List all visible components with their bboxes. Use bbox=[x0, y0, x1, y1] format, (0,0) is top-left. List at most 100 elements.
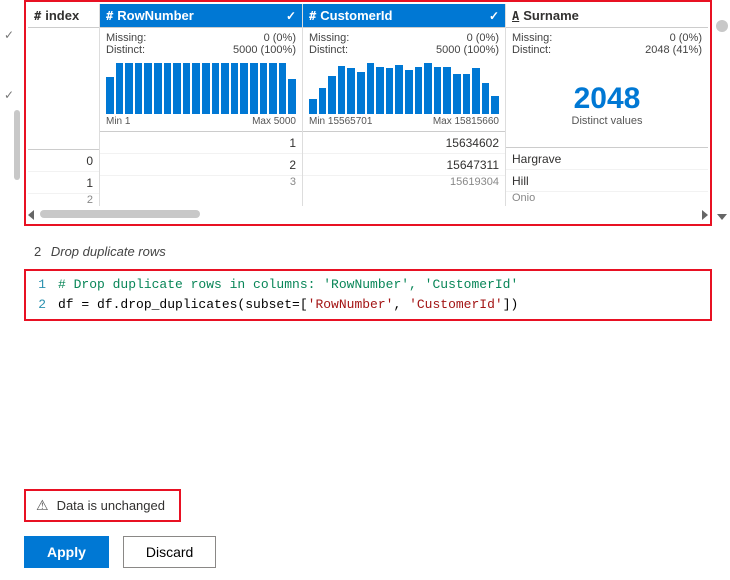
cell-rownumber[interactable]: 2 bbox=[100, 154, 302, 176]
cell-index[interactable]: 1 bbox=[28, 172, 99, 194]
scroll-left-icon[interactable] bbox=[28, 210, 34, 220]
histogram-bar bbox=[260, 63, 268, 114]
cell-surname[interactable]: Onio bbox=[506, 192, 708, 204]
cell-customerid[interactable]: 15634602 bbox=[303, 132, 505, 154]
histogram-bar bbox=[125, 63, 133, 114]
cell-customerid[interactable]: 15619304 bbox=[303, 176, 505, 188]
cell-surname[interactable]: Hargrave bbox=[506, 148, 708, 170]
histogram-bar bbox=[116, 63, 124, 114]
cell-gutter: ✓ ✓ bbox=[0, 0, 24, 580]
histogram-bar bbox=[367, 63, 375, 114]
horizontal-scrollbar[interactable] bbox=[28, 208, 708, 222]
code-punct: , bbox=[393, 295, 409, 315]
histogram-bar bbox=[376, 67, 384, 114]
histogram-bar bbox=[288, 79, 296, 114]
distinct-label: Distinct values bbox=[510, 115, 704, 127]
histogram-bar bbox=[415, 67, 423, 114]
step-number: 2 bbox=[34, 244, 41, 259]
column-header-label: Surname bbox=[523, 8, 579, 23]
column-stats: Missing:0 (0%) Distinct:5000 (100%) bbox=[303, 28, 505, 58]
scroll-right-icon[interactable] bbox=[702, 210, 708, 220]
step-name: Drop duplicate rows bbox=[51, 244, 166, 259]
line-number: 1 bbox=[26, 275, 58, 295]
histogram-bar bbox=[434, 67, 442, 114]
histogram-bar bbox=[395, 65, 403, 114]
histogram-bar bbox=[212, 63, 220, 114]
histogram-bar bbox=[106, 77, 114, 114]
histogram-bar bbox=[144, 63, 152, 114]
histogram-bar bbox=[173, 63, 181, 114]
number-type-icon: # bbox=[34, 9, 41, 23]
distinct-summary: 2048 Distinct values bbox=[506, 58, 708, 148]
code-string: 'CustomerId' bbox=[409, 295, 503, 315]
histogram-bar bbox=[192, 63, 200, 114]
line-number: 2 bbox=[26, 295, 58, 315]
column-header-label: RowNumber bbox=[117, 8, 194, 23]
code-comment: # Drop duplicate rows in columns: 'RowNu… bbox=[58, 275, 518, 295]
check-icon: ✓ bbox=[286, 9, 296, 23]
histogram-bar bbox=[221, 63, 229, 114]
histogram-bar bbox=[347, 68, 355, 114]
histogram-bar bbox=[279, 63, 287, 114]
column-rownumber[interactable]: # RowNumber ✓ Missing:0 (0%) Distinct:50… bbox=[100, 4, 303, 206]
histogram-bar bbox=[386, 68, 394, 114]
cell-rownumber[interactable]: 3 bbox=[100, 176, 302, 188]
histogram-bar bbox=[250, 63, 258, 114]
histogram-bar bbox=[135, 63, 143, 114]
column-header-surname[interactable]: A Surname bbox=[506, 4, 708, 28]
column-stats: Missing:0 (0%) Distinct:2048 (41%) bbox=[506, 28, 708, 58]
distinct-count: 2048 bbox=[510, 82, 704, 115]
column-surname[interactable]: A Surname Missing:0 (0%) Distinct:2048 (… bbox=[506, 4, 708, 206]
histogram-bar bbox=[154, 63, 162, 114]
histogram-bar bbox=[453, 74, 461, 114]
code-text: df = df.drop_duplicates(subset=[ bbox=[58, 295, 308, 315]
warning-icon: ⚠ bbox=[36, 497, 49, 514]
column-header-index[interactable]: # index bbox=[28, 4, 99, 28]
check-icon: ✓ bbox=[4, 28, 14, 42]
histogram-bar bbox=[357, 72, 365, 114]
check-icon: ✓ bbox=[489, 9, 499, 23]
histogram-bar bbox=[231, 63, 239, 114]
histogram-bar bbox=[240, 63, 248, 114]
histogram-bar bbox=[328, 76, 336, 114]
histogram-bar bbox=[202, 63, 210, 114]
cell-rownumber[interactable]: 1 bbox=[100, 132, 302, 154]
cell-surname[interactable]: Hill bbox=[506, 170, 708, 192]
action-bar: Apply Discard bbox=[24, 536, 712, 568]
histogram-bar bbox=[482, 83, 490, 114]
cell-index[interactable]: 0 bbox=[28, 150, 99, 172]
column-histogram bbox=[100, 58, 302, 114]
cell-index[interactable]: 2 bbox=[28, 194, 99, 206]
column-range: Min 15565701 Max 15815660 bbox=[303, 114, 505, 132]
status-text: Data is unchanged bbox=[57, 498, 165, 513]
code-punct: ]) bbox=[503, 295, 519, 315]
data-grid-panel: # index 0 1 2 # RowNumber ✓ Missing:0 (0… bbox=[24, 0, 712, 226]
histogram-bar bbox=[443, 67, 451, 114]
histogram-bar bbox=[183, 63, 191, 114]
code-string: 'RowNumber' bbox=[308, 295, 394, 315]
column-index[interactable]: # index 0 1 2 bbox=[28, 4, 100, 206]
code-preview[interactable]: 1 # Drop duplicate rows in columns: 'Row… bbox=[24, 269, 712, 321]
histogram-bar bbox=[424, 63, 432, 114]
step-title: 2 Drop duplicate rows bbox=[34, 244, 712, 259]
histogram-bar bbox=[319, 88, 327, 114]
column-stats: Missing:0 (0%) Distinct:5000 (100%) bbox=[100, 28, 302, 58]
histogram-bar bbox=[309, 99, 317, 114]
histogram-bar bbox=[405, 70, 413, 114]
column-header-rownumber[interactable]: # RowNumber ✓ bbox=[100, 4, 302, 28]
check-icon: ✓ bbox=[4, 88, 14, 102]
discard-button[interactable]: Discard bbox=[123, 536, 216, 568]
gutter-scrollbar[interactable] bbox=[14, 110, 20, 210]
scrollbar-thumb[interactable] bbox=[40, 210, 200, 218]
column-header-customerid[interactable]: # CustomerId ✓ bbox=[303, 4, 505, 28]
cell-customerid[interactable]: 15647311 bbox=[303, 154, 505, 176]
apply-button[interactable]: Apply bbox=[24, 536, 109, 568]
histogram-bar bbox=[472, 68, 480, 114]
column-customerid[interactable]: # CustomerId ✓ Missing:0 (0%) Distinct:5… bbox=[303, 4, 506, 206]
column-profile-placeholder bbox=[28, 28, 99, 150]
column-header-label: index bbox=[45, 8, 79, 23]
scrollbar-thumb[interactable] bbox=[14, 110, 20, 180]
histogram-bar bbox=[463, 74, 471, 114]
column-range: Min 1 Max 5000 bbox=[100, 114, 302, 132]
number-type-icon: # bbox=[106, 9, 113, 23]
